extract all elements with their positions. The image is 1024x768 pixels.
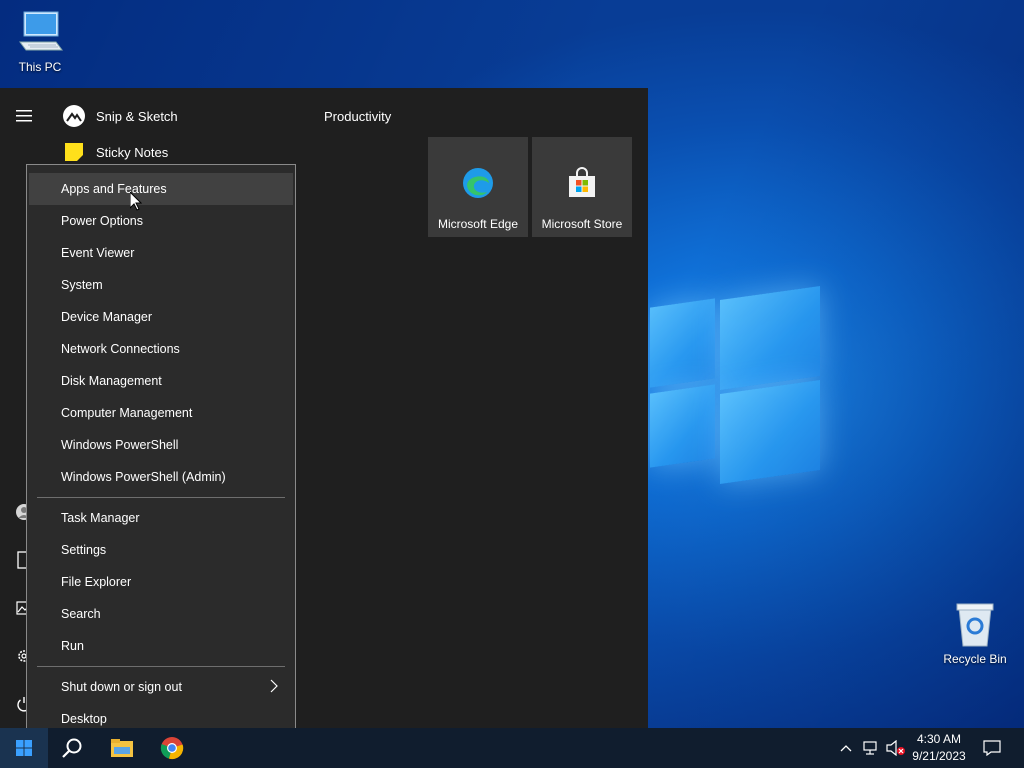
desktop-icon-recycle-bin[interactable]: Recycle Bin — [935, 600, 1015, 666]
taskbar-clock[interactable]: 4:30 AM 9/21/2023 — [905, 731, 973, 765]
tile-microsoft-store[interactable]: Microsoft Store — [532, 137, 632, 237]
volume-muted-icon[interactable] — [886, 739, 906, 757]
app-list-label: Snip & Sketch — [96, 108, 178, 124]
desktop-icon-label: Recycle Bin — [943, 652, 1007, 666]
menu-item-settings[interactable]: Settings — [29, 534, 293, 566]
store-icon — [569, 167, 595, 197]
menu-item-task-manager[interactable]: Task Manager — [29, 502, 293, 534]
mouse-cursor-icon — [130, 192, 142, 211]
clock-date: 9/21/2023 — [912, 749, 966, 763]
snip-sketch-icon — [62, 104, 86, 128]
menu-item-power-options[interactable]: Power Options — [29, 205, 293, 237]
menu-separator — [37, 497, 285, 498]
menu-item-windows-powershell[interactable]: Windows PowerShell — [29, 429, 293, 461]
desktop-icon-label: This PC — [18, 60, 62, 74]
power-user-context-menu: Apps and Features Power Options Event Vi… — [26, 164, 296, 744]
search-icon — [62, 738, 82, 758]
tile-label: Microsoft Edge — [437, 217, 519, 231]
app-list-item-sticky-notes[interactable]: Sticky Notes — [62, 137, 168, 167]
tile-microsoft-edge[interactable]: Microsoft Edge — [428, 137, 528, 237]
menu-item-device-manager[interactable]: Device Manager — [29, 301, 293, 333]
menu-item-search[interactable]: Search — [29, 598, 293, 630]
menu-separator — [37, 666, 285, 667]
start-button[interactable] — [0, 728, 48, 768]
menu-item-network-connections[interactable]: Network Connections — [29, 333, 293, 365]
menu-item-system[interactable]: System — [29, 269, 293, 301]
network-icon[interactable] — [861, 739, 881, 757]
menu-item-file-explorer[interactable]: File Explorer — [29, 566, 293, 598]
clock-time: 4:30 AM — [916, 732, 962, 746]
menu-item-shut-down-or-sign-out[interactable]: Shut down or sign out — [29, 671, 293, 703]
sticky-notes-icon — [62, 140, 86, 164]
taskbar-search-button[interactable] — [48, 728, 96, 768]
start-icon — [16, 740, 32, 756]
menu-item-run[interactable]: Run — [29, 630, 293, 662]
taskbar-chrome-button[interactable] — [148, 728, 196, 768]
desktop-icon-this-pc[interactable]: This PC — [0, 10, 80, 74]
notifications-icon[interactable] — [981, 739, 1003, 757]
menu-item-computer-management[interactable]: Computer Management — [29, 397, 293, 429]
app-list-label: Sticky Notes — [96, 144, 169, 160]
this-pc-icon — [19, 11, 63, 51]
chrome-icon — [160, 737, 184, 760]
edge-icon — [463, 168, 493, 198]
menu-item-apps-and-features[interactable]: Apps and Features — [29, 173, 293, 205]
tile-group-title: Productivity — [324, 109, 392, 124]
menu-item-label: Shut down or sign out — [61, 680, 182, 694]
show-hidden-icons-chevron-up-icon[interactable] — [838, 739, 854, 757]
taskbar: 4:30 AM 9/21/2023 — [0, 728, 1024, 768]
recycle-bin-icon — [956, 603, 994, 647]
chevron-right-icon — [270, 679, 278, 693]
menu-item-disk-management[interactable]: Disk Management — [29, 365, 293, 397]
file-explorer-icon — [111, 739, 133, 757]
tile-label: Microsoft Store — [541, 217, 623, 231]
menu-item-event-viewer[interactable]: Event Viewer — [29, 237, 293, 269]
app-list-item-snip-sketch[interactable]: Snip & Sketch — [62, 101, 178, 131]
hamburger-menu-icon[interactable] — [12, 104, 36, 128]
menu-item-windows-powershell-admin[interactable]: Windows PowerShell (Admin) — [29, 461, 293, 493]
taskbar-file-explorer-button[interactable] — [98, 728, 146, 768]
